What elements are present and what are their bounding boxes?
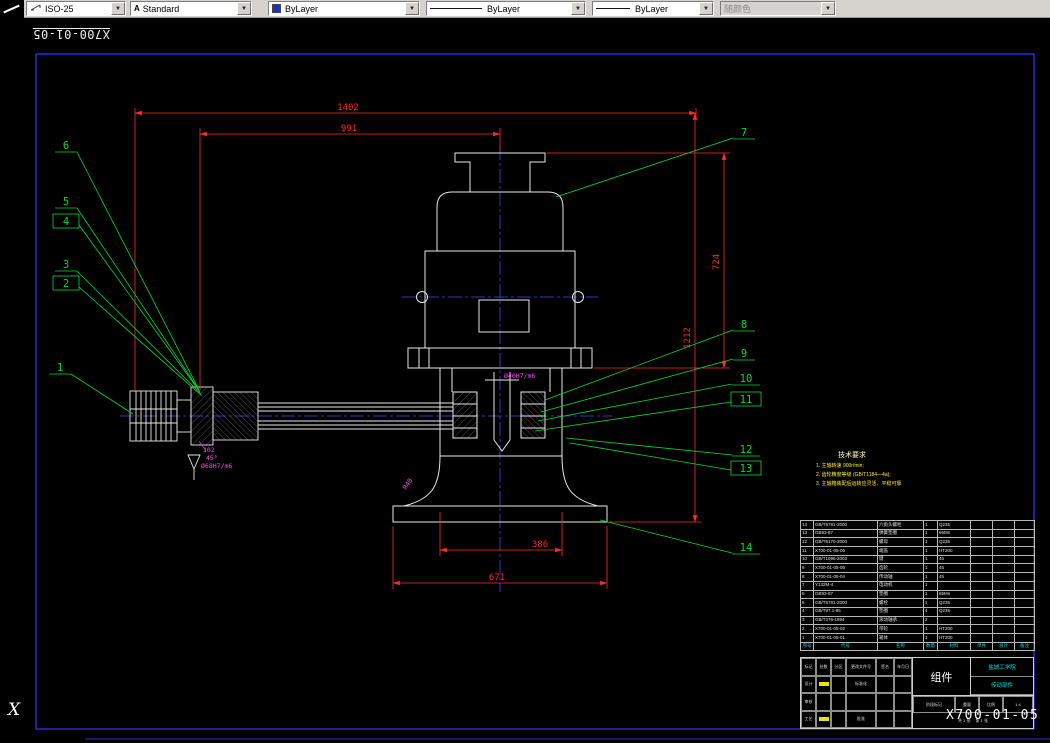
- assembly-name: 传动部件: [971, 677, 1033, 695]
- balloon-6: 6: [63, 140, 69, 152]
- bom-row: 8 X700-01-05-04 传动轴 1 45: [800, 572, 1035, 582]
- bom-table-body: 14 GB/T5781-2000 六角头螺栓 1 Q235 13 GB93-87 弹簧垫圈 1 6…: [800, 520, 1035, 643]
- part-name: 组件: [913, 658, 971, 695]
- cad-application: { "toolbar": { "dim_style": "ISO-25", "t…: [0, 0, 1050, 743]
- ucs-x-axis-label: X: [8, 700, 21, 720]
- tb-label-date: 年月日: [894, 658, 912, 676]
- bom-row: 6 GB93-87 垫圈 1 65Mn: [800, 589, 1035, 600]
- fit-hub-length: 102: [203, 446, 215, 454]
- organization-name: 盐城工学院: [971, 658, 1033, 677]
- balloon-11: 11: [740, 394, 753, 406]
- dim-column-width: 386: [532, 540, 548, 550]
- text-style-dropdown-arrow-icon[interactable]: [237, 2, 251, 15]
- parts-list-table: 14 GB/T5781-2000 六角头螺栓 1 Q235 13 GB93-87 弹簧垫圈 1 6…: [800, 520, 1035, 652]
- balloon-2: 2: [63, 278, 69, 290]
- input-shaft-assembly: [129, 386, 453, 480]
- color-combo[interactable]: ByLayer: [268, 1, 420, 16]
- text-style-combo[interactable]: A Standard: [130, 1, 252, 16]
- tb-label-doc: 更改文件号: [846, 658, 876, 676]
- bom-row: 1 X700-01-05-01 箱体 1 HT200: [800, 632, 1035, 643]
- centerlines: [120, 146, 612, 592]
- dim-style-icon: [30, 3, 42, 14]
- balloon-1: 1: [57, 362, 63, 374]
- tech-requirement-line: 3. 主轴箱装配后运转应灵活、平稳可靠: [816, 481, 902, 487]
- balloon-10: 10: [740, 373, 753, 385]
- tech-requirement-line: 2. 齿轮精度等级 (GB/T1184—4a);: [816, 472, 891, 478]
- balloon-3: 3: [63, 259, 69, 271]
- top-toolbar: ISO-25 A Standard ByLayer ByLayer ByLaye…: [0, 0, 1050, 18]
- linetype-combo[interactable]: ByLayer: [426, 1, 586, 16]
- balloon-12: 12: [740, 444, 753, 456]
- plot-style-value: 随颜色: [724, 4, 752, 14]
- text-style-value: Standard: [142, 3, 180, 14]
- tb-label-approve: 批准: [846, 710, 876, 728]
- linetype-dropdown-arrow-icon[interactable]: [571, 2, 585, 15]
- lineweight-dropdown-arrow-icon[interactable]: [699, 2, 713, 15]
- linetype-value: ByLayer: [487, 3, 521, 14]
- bom-row: 14 GB/T5781-2000 六角头螺栓 1 Q235: [800, 520, 1035, 530]
- corner-drawing-number: X700-01-05: [32, 27, 110, 41]
- tb-label-zone: 分区: [831, 658, 846, 676]
- plot-style-dropdown-arrow-icon: [821, 2, 835, 15]
- bom-row: 3 GB/T276-1994 滚动轴承 2: [800, 615, 1035, 626]
- bom-row: 10 GB/T1096-2003 键 1 45: [800, 554, 1035, 565]
- lineweight-value: ByLayer: [635, 3, 669, 14]
- bom-row: 4 GB/T97.1-85 垫圈 4 Q235: [800, 606, 1035, 617]
- lineweight-combo[interactable]: ByLayer: [592, 1, 714, 16]
- tb-label-count: 处数: [816, 658, 831, 676]
- color-dropdown-arrow-icon[interactable]: [405, 2, 419, 15]
- dim-style-value: ISO-25: [45, 3, 74, 14]
- toolbar-grip-icon: [0, 0, 24, 18]
- fit-hub: Ø68H7/m6: [201, 462, 232, 470]
- dim-motor-height: 724: [712, 254, 722, 270]
- balloon-5: 5: [63, 196, 69, 208]
- bom-header-row: 序号 代号 名称 数量 材料 单件 总计 备注: [800, 641, 1035, 652]
- tech-requirements-title: 技术要求: [838, 452, 866, 459]
- bom-table-header: 序号 代号 名称 数量 材料 单件 总计 备注: [800, 641, 1035, 652]
- tb-design-signature: [816, 675, 831, 693]
- plot-style-combo: 随颜色: [720, 1, 836, 16]
- balloon-7: 7: [741, 127, 747, 139]
- bom-row: 9 X700-01-05-05 齿轮 1 45: [800, 563, 1035, 574]
- bom-row: 11 X700-01-05-06 端盖 1 HT200: [800, 546, 1035, 556]
- dim-style-dropdown-arrow-icon[interactable]: [111, 2, 125, 15]
- tb-label-process: 工艺: [801, 710, 816, 728]
- fit-shaft: Ø40H7/m6: [504, 372, 535, 380]
- tb-process-signature: [816, 710, 831, 728]
- technical-requirements: 技术要求 1. 主轴转速 900r/min; 2. 齿轮精度等级 (GB/T11…: [816, 450, 1001, 489]
- balloon-8: 8: [741, 319, 747, 331]
- dim-upper-width: 991: [341, 124, 357, 134]
- fit-fillet: R40: [401, 477, 414, 491]
- color-value: ByLayer: [285, 3, 319, 14]
- linetype-sample-icon: [430, 8, 482, 9]
- bom-row: 2 X700-01-05-02 带轮 1 HT200: [800, 624, 1035, 634]
- balloon-leaders: [49, 137, 762, 555]
- tb-label-mark: 标记: [801, 658, 816, 676]
- dim-overall-width: 1402: [337, 103, 359, 113]
- bottom-drawing-number: X700-01-05: [946, 708, 1040, 723]
- bom-row: 13 GB93-87 弹簧垫圈 1 65Mn: [800, 528, 1035, 539]
- color-swatch-icon: [272, 4, 281, 13]
- balloon-14: 14: [740, 542, 753, 554]
- balloon-13: 13: [740, 463, 753, 475]
- tb-label-design: 设计: [801, 675, 816, 693]
- tech-requirement-line: 1. 主轴转速 900r/min;: [816, 463, 864, 469]
- bom-row: 7 Y132M-4 电动机 1: [800, 580, 1035, 591]
- tb-label-check: 审核: [801, 693, 816, 711]
- title-block-revision-area: 标记 处数 分区 更改文件号 签名 年月日 设计 标准化 审核 工艺 批准: [801, 658, 913, 728]
- bom-row: 12 GB/T6170-2000 螺母 1 Q235: [800, 537, 1035, 548]
- fit-chamfer: 45°: [206, 454, 218, 462]
- balloon-9: 9: [741, 348, 747, 360]
- text-style-icon: A: [134, 4, 140, 13]
- dim-style-combo[interactable]: ISO-25: [26, 1, 126, 16]
- dim-base-width: 671: [489, 573, 505, 583]
- lineweight-sample-icon: [596, 8, 630, 9]
- tb-label-sign: 签名: [876, 658, 894, 676]
- tb-label-standardize: 标准化: [846, 675, 876, 693]
- bom-row: 5 GB/T5781-2000 螺栓 1 Q235: [800, 598, 1035, 608]
- balloon-4: 4: [63, 216, 69, 228]
